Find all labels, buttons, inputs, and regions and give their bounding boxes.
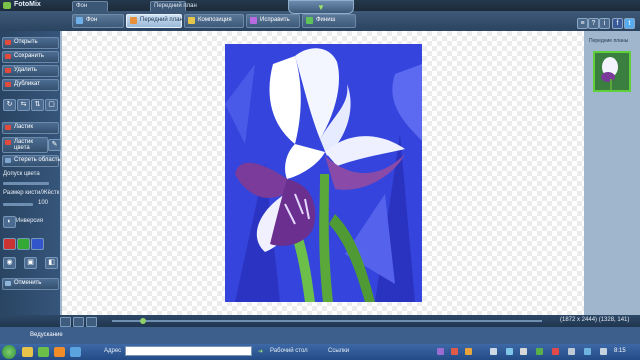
zoom-actual-icon[interactable]	[86, 317, 97, 327]
duplicate-icon	[5, 82, 11, 87]
erase-area-button[interactable]: Стереть область	[2, 155, 61, 167]
facebook-icon[interactable]: f	[612, 18, 623, 29]
delete-icon	[5, 68, 11, 73]
zoom-grid-icon[interactable]	[73, 317, 84, 327]
go-icon[interactable]: ➜	[258, 348, 263, 355]
thumbnail-image	[595, 53, 629, 90]
tab-background[interactable]: Фон	[72, 14, 124, 28]
explorer-icon[interactable]	[38, 347, 49, 357]
tolerance-slider[interactable]	[3, 182, 49, 185]
crop-icon[interactable]: ▢	[45, 99, 58, 111]
language-icon[interactable]	[600, 348, 607, 355]
foreground-thumbnail[interactable]	[593, 51, 631, 92]
desktop-label[interactable]: Рабочий стол	[270, 348, 308, 354]
color-eraser-icon	[5, 140, 11, 145]
brush-size-slider[interactable]	[3, 203, 33, 206]
clock: 8:15	[614, 348, 626, 354]
ie-icon[interactable]	[22, 347, 33, 357]
bottom-label: Ведускание	[30, 332, 63, 338]
home-icon	[130, 17, 137, 24]
media-icon[interactable]	[54, 347, 65, 357]
info-icon[interactable]: i	[599, 18, 610, 29]
duplicate-button[interactable]: Дубликат	[2, 79, 59, 91]
red-color-icon[interactable]	[3, 238, 16, 250]
menu-button[interactable]: ≡	[577, 18, 588, 29]
start-button[interactable]	[2, 345, 16, 359]
tray-icon-8[interactable]	[552, 348, 559, 355]
preview-icon[interactable]: ▣	[24, 257, 37, 269]
invert-label: Инверсия	[16, 218, 44, 224]
open-button[interactable]: Открыть	[2, 37, 59, 49]
eraser-icon	[5, 125, 11, 130]
twitter-icon[interactable]: t	[624, 18, 635, 29]
tray-icon-4[interactable]	[490, 348, 497, 355]
open-icon	[5, 40, 11, 45]
tab-fix[interactable]: Исправить	[246, 14, 300, 28]
app-logo-icon	[3, 2, 11, 9]
address-label: Адрес	[104, 348, 122, 354]
network-icon[interactable]	[584, 348, 591, 355]
flip-icon[interactable]: ⇆	[17, 99, 30, 111]
invert-icon[interactable]: ◐	[3, 216, 16, 228]
view-icon[interactable]: ◉	[3, 257, 16, 269]
app-title: FotoMix	[14, 1, 41, 8]
iris-flower-image	[225, 44, 422, 302]
tolerance-label: Допуск цвета	[3, 171, 40, 177]
windows-taskbar	[0, 344, 640, 360]
tab-foreground[interactable]: Передний план	[126, 14, 183, 28]
erase-area-icon	[5, 158, 11, 163]
tab-composition[interactable]: Композиция	[184, 14, 244, 28]
rotate-icon[interactable]: ↻	[3, 99, 16, 111]
address-input[interactable]	[125, 346, 252, 356]
tray-icon-6[interactable]	[520, 348, 527, 355]
chevron-down-icon: ▼	[317, 3, 325, 12]
foregrounds-title: Передние планы	[589, 38, 629, 44]
blue-color-icon[interactable]	[31, 238, 44, 250]
undo-button[interactable]: Отменить	[2, 278, 59, 290]
tray-icon-1[interactable]	[437, 348, 444, 355]
tab-finish[interactable]: Финиш	[302, 14, 356, 28]
tray-icon-2[interactable]	[451, 348, 458, 355]
zoom-fit-icon[interactable]	[60, 317, 71, 327]
delete-button[interactable]: Удалить	[2, 65, 59, 77]
tray-icon-5[interactable]	[506, 348, 513, 355]
eraser-button[interactable]: Ластик	[2, 122, 59, 134]
links-label[interactable]: Ссылки	[328, 348, 349, 354]
fotomix-taskbar-icon[interactable]	[70, 347, 81, 357]
save-button[interactable]: Сохранить	[2, 51, 59, 63]
undo-icon	[5, 281, 11, 286]
zoom-slider[interactable]	[112, 320, 542, 322]
green-color-icon[interactable]	[17, 238, 30, 250]
volume-icon[interactable]	[568, 348, 575, 355]
settings-icon[interactable]: ?	[588, 18, 599, 29]
color-eraser-button[interactable]: Ластик цвета	[2, 137, 48, 153]
mirror-icon[interactable]: ⇅	[31, 99, 44, 111]
iris-photo[interactable]	[225, 44, 422, 302]
brush-size-label: Размер кисти/Жёстк	[3, 190, 60, 196]
background-icon	[76, 17, 83, 24]
zoom-slider-handle[interactable]	[140, 318, 146, 324]
eyedropper-icon[interactable]: ✎	[48, 139, 61, 151]
image-dimensions: (1872 x 2444) (1328, 141)	[560, 317, 630, 323]
brush-size-value: 100	[38, 200, 49, 206]
bottom-bar	[0, 327, 640, 344]
compare-icon[interactable]: ◧	[45, 257, 58, 269]
finish-icon	[306, 17, 313, 24]
tray-icon-7[interactable]	[536, 348, 543, 355]
composition-icon	[188, 17, 195, 24]
tray-icon-3[interactable]	[465, 348, 472, 355]
collapse-toggle[interactable]: ▼	[288, 0, 354, 14]
fix-icon	[250, 17, 257, 24]
save-icon	[5, 54, 11, 59]
